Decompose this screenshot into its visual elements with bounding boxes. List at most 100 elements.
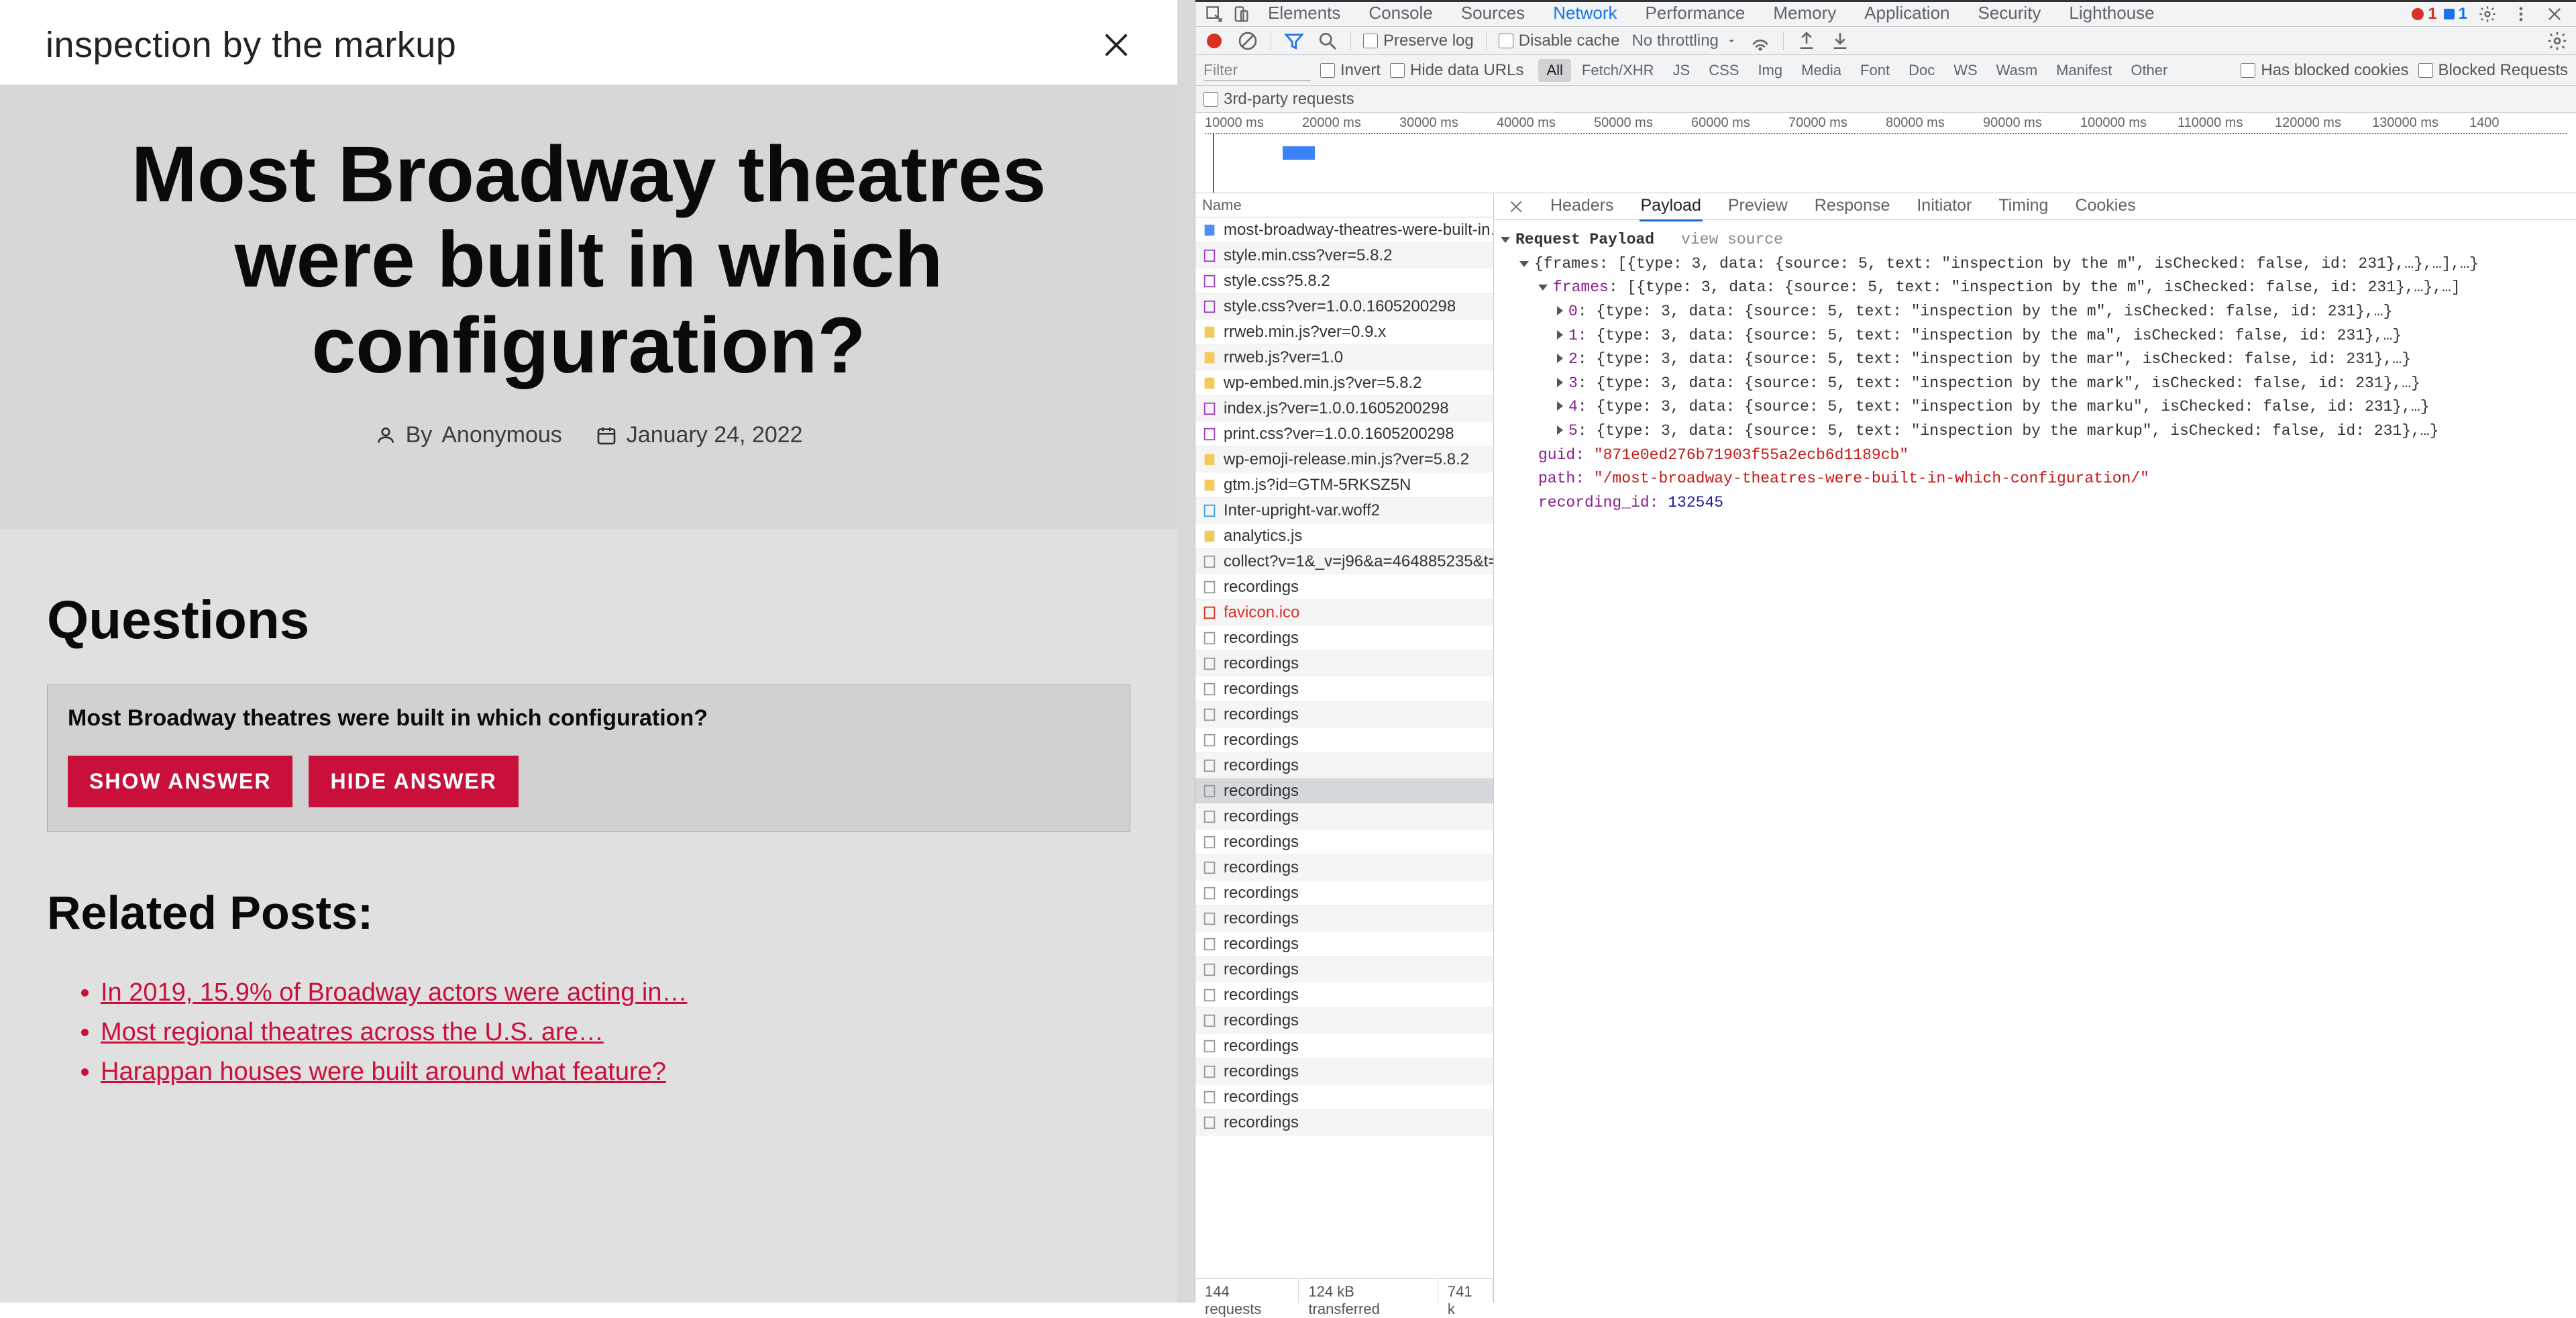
download-icon[interactable]: [1829, 30, 1851, 52]
request-row[interactable]: Inter-upright-var.woff2: [1195, 498, 1493, 523]
detail-tab-payload[interactable]: Payload: [1640, 192, 1703, 221]
request-row[interactable]: recordings: [1195, 702, 1493, 727]
invert-checkbox[interactable]: Invert: [1320, 61, 1381, 80]
request-row[interactable]: favicon.ico: [1195, 600, 1493, 625]
filter-input[interactable]: [1203, 60, 1311, 81]
network-overview[interactable]: 10000 ms20000 ms30000 ms40000 ms50000 ms…: [1195, 113, 2576, 193]
blocked-cookies-checkbox[interactable]: Has blocked cookies: [2241, 61, 2408, 80]
filter-pill-js[interactable]: JS: [1665, 59, 1699, 82]
clear-icon[interactable]: [1237, 30, 1258, 52]
search-text[interactable]: inspection by the markup: [46, 24, 456, 66]
devtools-close-icon[interactable]: [2541, 5, 2568, 23]
request-row[interactable]: recordings: [1195, 957, 1493, 982]
info-badge[interactable]: 1: [2444, 5, 2467, 23]
filter-pill-doc[interactable]: Doc: [1900, 59, 1943, 82]
upload-icon[interactable]: [1796, 30, 1817, 52]
request-row[interactable]: recordings: [1195, 906, 1493, 931]
related-link[interactable]: Harappan houses were built around what f…: [101, 1058, 666, 1086]
filter-pill-fetchxhr[interactable]: Fetch/XHR: [1574, 59, 1662, 82]
detail-tab-timing[interactable]: Timing: [1997, 192, 2049, 221]
filter-pill-all[interactable]: All: [1538, 59, 1570, 82]
request-row[interactable]: recordings: [1195, 1084, 1493, 1110]
request-row[interactable]: recordings: [1195, 855, 1493, 880]
network-settings-icon[interactable]: [2546, 30, 2568, 52]
view-source-link[interactable]: view source: [1681, 231, 1783, 248]
devtools-tab-security[interactable]: Security: [1974, 0, 2045, 30]
devtools-tab-performance[interactable]: Performance: [1642, 0, 1750, 30]
request-row[interactable]: recordings: [1195, 982, 1493, 1008]
devtools-tab-network[interactable]: Network: [1549, 0, 1621, 30]
request-row[interactable]: recordings: [1195, 727, 1493, 753]
request-row[interactable]: style.css?5.8.2: [1195, 268, 1493, 294]
devtools-tab-sources[interactable]: Sources: [1457, 0, 1529, 30]
devtools-tab-console[interactable]: Console: [1364, 0, 1436, 30]
request-row[interactable]: rrweb.min.js?ver=0.9.x: [1195, 319, 1493, 345]
detail-tab-initiator[interactable]: Initiator: [1915, 192, 1973, 221]
inspect-icon[interactable]: [1201, 5, 1228, 23]
request-row[interactable]: collect?v=1&_v=j96&a=464885235&t=…: [1195, 549, 1493, 574]
request-row[interactable]: recordings: [1195, 804, 1493, 829]
disable-cache-checkbox[interactable]: Disable cache: [1499, 32, 1620, 50]
request-list-header[interactable]: Name: [1195, 193, 1493, 217]
request-row[interactable]: analytics.js: [1195, 523, 1493, 549]
request-row[interactable]: wp-emoji-release.min.js?ver=5.8.2: [1195, 447, 1493, 472]
throttle-select[interactable]: No throttling: [1631, 32, 1737, 50]
request-row[interactable]: rrweb.js?ver=1.0: [1195, 345, 1493, 370]
filter-pill-ws[interactable]: WS: [1945, 59, 1985, 82]
error-badge[interactable]: 1: [2412, 5, 2436, 23]
kebab-icon[interactable]: [2508, 5, 2534, 23]
device-icon[interactable]: [1228, 5, 1254, 23]
devtools-tab-lighthouse[interactable]: Lighthouse: [2065, 0, 2158, 30]
devtools-tab-application[interactable]: Application: [1860, 0, 1953, 30]
third-party-checkbox[interactable]: 3rd-party requests: [1203, 90, 1354, 109]
hide-data-urls-checkbox[interactable]: Hide data URLs: [1390, 61, 1523, 80]
close-icon[interactable]: [1101, 30, 1132, 60]
request-row[interactable]: recordings: [1195, 931, 1493, 957]
devtools-tab-elements[interactable]: Elements: [1264, 0, 1344, 30]
detail-tab-response[interactable]: Response: [1813, 192, 1892, 221]
page-scrollbar[interactable]: [1177, 0, 1195, 1303]
detail-close-icon[interactable]: [1507, 198, 1525, 215]
related-link[interactable]: Most regional theatres across the U.S. a…: [101, 1018, 604, 1046]
filter-pill-manifest[interactable]: Manifest: [2048, 59, 2120, 82]
request-row[interactable]: recordings: [1195, 1008, 1493, 1033]
request-row[interactable]: index.js?ver=1.0.0.1605200298: [1195, 396, 1493, 421]
request-row[interactable]: style.css?ver=1.0.0.1605200298: [1195, 294, 1493, 319]
filter-pill-img[interactable]: Img: [1750, 59, 1790, 82]
request-row[interactable]: recordings: [1195, 1110, 1493, 1135]
payload-body[interactable]: Request Payloadview source {frames: [{ty…: [1494, 220, 2576, 1303]
request-row[interactable]: gtm.js?id=GTM-5RKSZ5N: [1195, 472, 1493, 498]
request-row[interactable]: recordings: [1195, 1033, 1493, 1059]
request-row[interactable]: print.css?ver=1.0.0.1605200298: [1195, 421, 1493, 447]
request-row[interactable]: recordings: [1195, 676, 1493, 702]
preserve-log-checkbox[interactable]: Preserve log: [1363, 32, 1474, 50]
request-row[interactable]: recordings: [1195, 753, 1493, 778]
hide-answer-button[interactable]: HIDE ANSWER: [309, 756, 518, 807]
request-row[interactable]: recordings: [1195, 880, 1493, 906]
request-row[interactable]: recordings: [1195, 1059, 1493, 1084]
request-list[interactable]: most-broadway-theatres-were-built-in…sty…: [1195, 217, 1493, 1278]
detail-tab-cookies[interactable]: Cookies: [2074, 192, 2137, 221]
filter-icon[interactable]: [1283, 30, 1305, 52]
request-row[interactable]: most-broadway-theatres-were-built-in…: [1195, 217, 1493, 243]
request-row[interactable]: recordings: [1195, 829, 1493, 855]
related-link[interactable]: In 2019, 15.9% of Broadway actors were a…: [101, 978, 687, 1007]
filter-pill-wasm[interactable]: Wasm: [1988, 59, 2046, 82]
request-row[interactable]: wp-embed.min.js?ver=5.8.2: [1195, 370, 1493, 396]
network-conditions-icon[interactable]: [1750, 30, 1771, 52]
request-row[interactable]: recordings: [1195, 574, 1493, 600]
filter-pill-font[interactable]: Font: [1852, 59, 1898, 82]
filter-pill-css[interactable]: CSS: [1701, 59, 1747, 82]
devtools-tab-memory[interactable]: Memory: [1769, 0, 1840, 30]
request-row[interactable]: recordings: [1195, 778, 1493, 804]
filter-pill-media[interactable]: Media: [1793, 59, 1849, 82]
settings-icon[interactable]: [2474, 5, 2501, 23]
filter-pill-other[interactable]: Other: [2123, 59, 2176, 82]
detail-tab-preview[interactable]: Preview: [1727, 192, 1789, 221]
detail-tab-headers[interactable]: Headers: [1549, 192, 1615, 221]
blocked-requests-checkbox[interactable]: Blocked Requests: [2418, 61, 2568, 80]
search-icon[interactable]: [1317, 30, 1338, 52]
show-answer-button[interactable]: SHOW ANSWER: [68, 756, 292, 807]
request-row[interactable]: recordings: [1195, 651, 1493, 676]
request-row[interactable]: style.min.css?ver=5.8.2: [1195, 243, 1493, 268]
